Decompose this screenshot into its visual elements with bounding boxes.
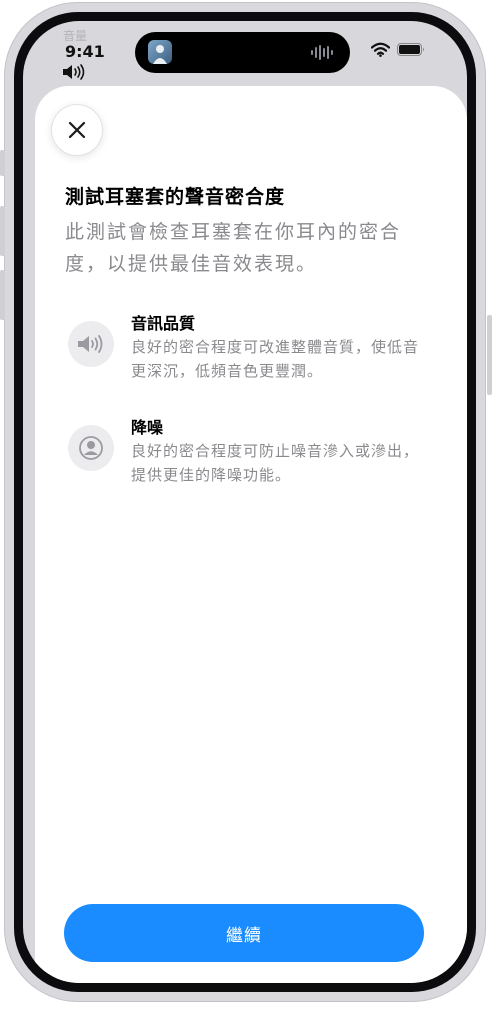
audio-waveform-icon bbox=[311, 45, 333, 60]
feature-icon-circle bbox=[68, 425, 114, 471]
feature-description: 良好的密合程度可防止噪音滲入或滲出，提供更佳的降噪功能。 bbox=[131, 442, 420, 484]
feature-noise-cancellation: 降噪 良好的密合程度可防止噪音滲入或滲出，提供更佳的降噪功能。 bbox=[68, 417, 438, 497]
wifi-icon bbox=[371, 42, 390, 57]
speaker-playing-icon bbox=[63, 64, 85, 80]
speaker-icon bbox=[78, 335, 103, 353]
volume-down-button bbox=[0, 270, 5, 320]
page-title: 測試耳塞套的聲音密合度 bbox=[65, 186, 286, 208]
status-time: 9:41 bbox=[65, 42, 105, 61]
page-subtitle: 此測試會檢查耳塞套在你耳內的密合度，以提供最佳音效表現。 bbox=[65, 221, 402, 275]
volume-up-button bbox=[0, 206, 5, 256]
action-button bbox=[0, 150, 5, 176]
battery-icon bbox=[397, 43, 424, 56]
person-icon bbox=[79, 436, 103, 460]
close-button[interactable] bbox=[51, 104, 103, 156]
feature-audio-quality: 音訊品質 良好的密合程度可改進整體音質，使低音更深沉，低頻音色更豐潤。 bbox=[68, 313, 438, 393]
feature-title: 音訊品質 bbox=[131, 314, 196, 333]
feature-icon-circle bbox=[68, 321, 114, 367]
phone-screen: 音量 9:41 測試耳塞套的聲音密合度 此測試會檢查耳塞套在你耳內的密合度，以提… bbox=[23, 21, 467, 983]
side-button bbox=[487, 315, 492, 395]
close-icon bbox=[68, 121, 86, 139]
dynamic-island[interactable] bbox=[135, 32, 350, 73]
album-art-icon bbox=[148, 40, 172, 64]
earbud-fit-test-sheet: 測試耳塞套的聲音密合度 此測試會檢查耳塞套在你耳內的密合度，以提供最佳音效表現。… bbox=[35, 86, 467, 983]
feature-title: 降噪 bbox=[131, 418, 164, 437]
continue-button[interactable]: 繼續 bbox=[64, 904, 424, 962]
feature-description: 良好的密合程度可改進整體音質，使低音更深沉，低頻音色更豐潤。 bbox=[131, 338, 420, 380]
